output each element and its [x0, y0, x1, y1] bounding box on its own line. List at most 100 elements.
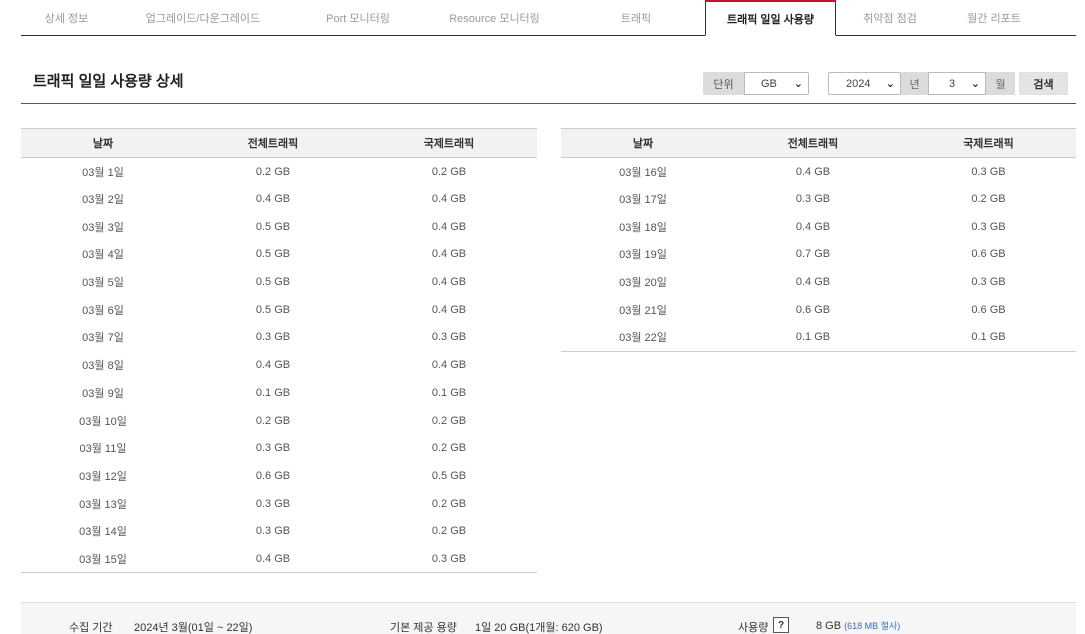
column-header-date: 날짜 — [561, 128, 725, 158]
cell-date: 03월 10일 — [79, 415, 127, 428]
title-divider — [21, 103, 1076, 104]
usage-value: 8 GB — [816, 620, 842, 632]
tab-port-monitoring[interactable]: Port 모니터링 — [294, 0, 422, 35]
cell-total-traffic: 0.3 GB — [255, 497, 291, 510]
cell-intl-traffic: 0.3 GB — [361, 545, 537, 574]
cell-total-traffic: 0.4 GB — [795, 165, 831, 178]
tab-daily-traffic-usage[interactable]: 트래픽 일일 사용량 — [705, 0, 836, 36]
cell-date: 03월 18일 — [619, 221, 667, 234]
cell-date: 03월 4일 — [82, 249, 124, 262]
table-row: 03월 19일 0.7 GB 0.6 GB — [561, 241, 1076, 269]
cell-total-traffic: 0.4 GB — [795, 220, 831, 233]
search-button[interactable]: 검색 — [1019, 72, 1068, 95]
tab-resource-monitoring[interactable]: Resource 모니터링 — [422, 0, 567, 35]
table-row: 03월 3일 0.5 GB 0.4 GB — [21, 213, 537, 241]
month-select-value: 3 — [949, 77, 956, 90]
cell-intl-traffic: 0.2 GB — [431, 414, 467, 427]
column-header-intl-traffic: 국제트래픽 — [361, 128, 537, 158]
daily-usage-table-right: 날짜 전체트래픽 국제트래픽 03월 16일 0.4 GB 0.3 GB 03월 17… — [561, 128, 1076, 352]
table-row: 03월 20일 0.4 GB 0.3 GB — [561, 268, 1076, 296]
cell-total-traffic: 0.3 GB — [255, 331, 291, 344]
cell-intl-traffic: 0.6 GB — [971, 248, 1006, 261]
column-header-intl-traffic: 국제트래픽 — [901, 128, 1076, 158]
cell-total-traffic: 0.2 GB — [255, 414, 291, 427]
cell-intl-traffic: 0.2 GB — [431, 497, 467, 510]
cell-intl-traffic: 0.3 GB — [971, 165, 1006, 178]
daily-usage-table-left: 날짜 전체트래픽 국제트래픽 03월 1일 0.2 GB 0.2 GB 03월 2일 0… — [21, 128, 537, 574]
table-row: 03월 9일 0.1 GB 0.1 GB — [21, 379, 537, 407]
table-header-row: 날짜 전체트래픽 국제트래픽 — [561, 128, 1076, 158]
table-row: 03월 16일 0.4 GB 0.3 GB — [561, 158, 1076, 186]
chevron-down-icon: ⌄ — [970, 78, 980, 90]
page-title: 트래픽 일일 사용량 상세 — [33, 73, 184, 90]
chevron-down-icon: ⌄ — [885, 78, 895, 90]
cell-intl-traffic: 0.1 GB — [901, 323, 1076, 352]
cell-intl-traffic: 0.2 GB — [431, 525, 467, 538]
table-header-row: 날짜 전체트래픽 국제트래픽 — [21, 128, 537, 158]
cell-intl-traffic: 0.5 GB — [431, 469, 467, 482]
tab-detail-info[interactable]: 상세 정보 — [21, 0, 112, 35]
cell-total-traffic: 0.3 GB — [795, 193, 831, 206]
cell-intl-traffic: 0.4 GB — [431, 248, 467, 261]
cell-date: 03월 3일 — [82, 221, 124, 234]
cell-date: 03월 5일 — [82, 277, 124, 290]
cell-intl-traffic: 0.3 GB — [971, 276, 1006, 289]
cell-intl-traffic: 0.4 GB — [431, 220, 467, 233]
summary-panel: 수집 기간 2024년 3월(01일 ~ 22일) 기본 제공 용량 1일 20… — [21, 602, 1076, 634]
table-row: 03월 14일 0.3 GB 0.2 GB — [21, 517, 537, 545]
table-row: 03월 17일 0.3 GB 0.2 GB — [561, 185, 1076, 213]
collection-period-value: 2024년 3월(01일 ~ 22일) — [134, 622, 253, 634]
help-icon[interactable]: ? — [773, 617, 789, 633]
cell-total-traffic: 0.5 GB — [255, 248, 291, 261]
cell-date: 03월 1일 — [82, 166, 124, 179]
cell-date: 03월 8일 — [82, 360, 124, 373]
cell-date: 03월 13일 — [79, 498, 127, 511]
table-row: 03월 15일 0.4 GB 0.3 GB — [21, 545, 537, 574]
column-header-total-traffic: 전체트래픽 — [725, 128, 901, 158]
cell-intl-traffic: 0.1 GB — [431, 386, 467, 399]
usage-label: 사용량 — [738, 622, 769, 634]
cell-date: 03월 6일 — [82, 304, 124, 317]
cell-intl-traffic: 0.4 GB — [431, 276, 467, 289]
tab-monthly-report[interactable]: 월간 리포트 — [944, 0, 1044, 35]
cell-date: 03월 9일 — [82, 387, 124, 400]
cell-date: 03월 21일 — [619, 304, 667, 317]
cell-total-traffic: 0.5 GB — [255, 276, 291, 289]
cell-intl-traffic: 0.2 GB — [431, 442, 467, 455]
month-select[interactable]: 3 ⌄ — [928, 72, 986, 95]
table-row: 03월 12일 0.6 GB 0.5 GB — [21, 462, 537, 490]
cell-intl-traffic: 0.3 GB — [431, 331, 467, 344]
year-select[interactable]: 2024 ⌄ — [828, 72, 901, 95]
cell-total-traffic: 0.7 GB — [795, 248, 831, 261]
tab-vulnerability-check[interactable]: 취약점 점검 — [836, 0, 944, 35]
tab-bar: 상세 정보 업그레이드/다운그레이드 Port 모니터링 Resource 모니… — [21, 0, 1076, 36]
cell-intl-traffic: 0.6 GB — [971, 303, 1006, 316]
cell-date: 03월 2일 — [82, 194, 124, 207]
table-row: 03월 10일 0.2 GB 0.2 GB — [21, 407, 537, 435]
base-quota-value: 1일 20 GB(1개월: 620 GB) — [475, 622, 603, 634]
cell-total-traffic: 0.4 GB — [255, 359, 291, 372]
year-suffix: 년 — [901, 72, 928, 95]
collection-period-label: 수집 기간 — [69, 622, 113, 634]
cell-intl-traffic: 0.3 GB — [971, 220, 1006, 233]
cell-total-traffic: 0.6 GB — [255, 469, 291, 482]
cell-total-traffic: 0.6 GB — [795, 303, 831, 316]
unit-select[interactable]: GB ⌄ — [744, 72, 809, 95]
unit-label: 단위 — [703, 72, 744, 95]
cell-total-traffic: 0.5 GB — [255, 303, 291, 316]
table-row: 03월 7일 0.3 GB 0.3 GB — [21, 324, 537, 352]
table-row: 03월 22일 0.1 GB 0.1 GB — [561, 323, 1076, 352]
table-row: 03월 5일 0.5 GB 0.4 GB — [21, 268, 537, 296]
tab-upgrade-downgrade[interactable]: 업그레이드/다운그레이드 — [112, 0, 294, 35]
cell-date: 03월 15일 — [21, 545, 185, 574]
cell-date: 03월 22일 — [561, 323, 725, 352]
cell-total-traffic: 0.3 GB — [255, 525, 291, 538]
cell-date: 03월 12일 — [79, 470, 127, 483]
base-quota-label: 기본 제공 용량 — [390, 622, 457, 634]
cell-intl-traffic: 0.2 GB — [971, 193, 1006, 206]
column-header-date: 날짜 — [21, 128, 185, 158]
table-row: 03월 6일 0.5 GB 0.4 GB — [21, 296, 537, 324]
cell-total-traffic: 0.1 GB — [255, 386, 291, 399]
cell-total-traffic: 0.4 GB — [795, 276, 831, 289]
tab-traffic[interactable]: 트래픽 — [567, 0, 705, 35]
